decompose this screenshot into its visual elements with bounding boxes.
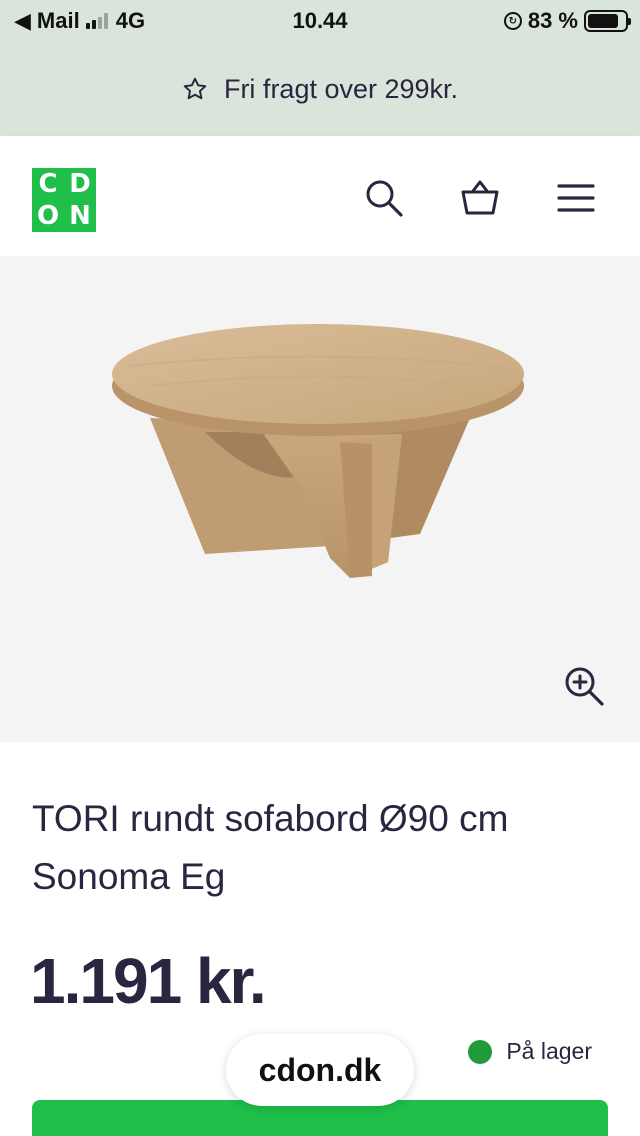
logo-letter: C (38, 169, 58, 199)
search-icon[interactable] (362, 176, 406, 220)
logo-letter: O (36, 201, 60, 231)
product-title-line: Sonoma Eg (32, 856, 226, 897)
stock-label: På lager (506, 1038, 592, 1064)
in-stock-dot-icon (468, 1039, 493, 1064)
star-outline-icon (182, 76, 208, 102)
url-text: cdon.dk (258, 1051, 382, 1088)
status-right: ↻ 83 % (503, 8, 631, 34)
coffee-table-illustration (112, 324, 524, 578)
battery-percent: 83 % (527, 8, 578, 33)
logo-letter: D (69, 169, 91, 199)
basket-icon[interactable] (458, 176, 502, 220)
orientation-lock-icon: ↻ (503, 12, 522, 30)
cdon-logo[interactable]: C D O N (32, 168, 96, 232)
product-title: TORI rundt sofabord Ø90 cm Sonoma Eg (32, 790, 612, 906)
zoom-in-icon[interactable] (562, 664, 606, 708)
product-title-line: TORI rundt sofabord Ø90 cm (32, 798, 509, 839)
logo-letter: N (69, 201, 91, 231)
battery-icon (584, 10, 631, 32)
product-image[interactable] (0, 256, 640, 742)
browser-url-pill[interactable]: cdon.dk (226, 1034, 414, 1106)
promo-text: Fri fragt over 299kr. (223, 73, 459, 104)
menu-icon[interactable] (554, 176, 598, 220)
product-price: 1.191 kr. (30, 945, 267, 1017)
stock-status: På lager (468, 1038, 592, 1065)
site-header: C D O N (0, 136, 640, 256)
promo-banner: Fri fragt over 299kr. (0, 42, 640, 136)
status-bar: ◀ Mail 4G 10.44 ↻ 83 % (0, 0, 640, 42)
